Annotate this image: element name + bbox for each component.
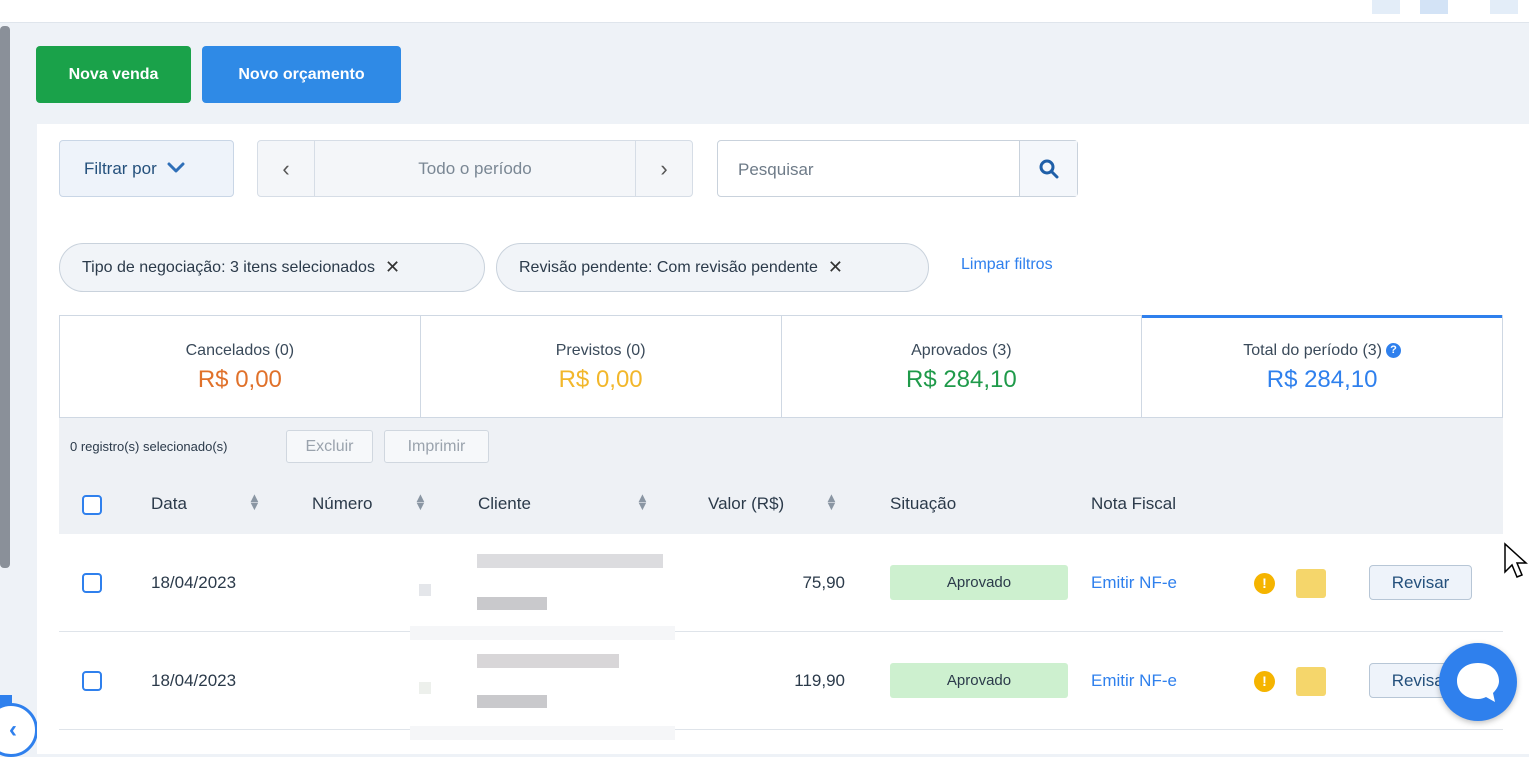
row-checkbox[interactable] [82,671,102,691]
chat-icon [1457,663,1499,702]
summary-label: Aprovados (3) [911,342,1012,359]
period-selector: ‹ Todo o período › [257,140,693,197]
package-icon[interactable] [1296,667,1326,696]
clear-filters-link[interactable]: Limpar filtros [961,256,1053,274]
select-all-checkbox[interactable] [82,495,102,515]
bulk-actions-bar: 0 registro(s) selecionado(s) Excluir Imp… [59,418,1503,476]
previous-period-button[interactable]: ‹ [258,141,315,196]
summary-label: Previstos (0) [555,342,646,359]
table-header: Data ▲ ▼ Número ▲ ▼ Cliente ▲ ▼ Valor (R$) … [59,476,1503,534]
chip-label: Revisão pendente: Com revisão pendente [519,258,818,276]
mouse-cursor-icon [1504,542,1528,578]
status-badge: Aprovado [890,565,1068,600]
filter-by-dropdown[interactable]: Filtrar por [59,140,234,197]
top-decor [1490,0,1518,14]
col-value[interactable]: Valor (R$) [708,494,784,514]
top-bar [0,0,1529,23]
row-date: 18/04/2023 [151,671,237,690]
search-button[interactable] [1019,141,1077,196]
summary-value: R$ 0,00 [197,366,282,393]
search-box [717,140,1078,198]
new-quote-button[interactable]: Novo orçamento [202,46,401,103]
row-checkbox[interactable] [82,573,102,593]
summary-cancelled[interactable]: Cancelados (0) R$ 0,00 [60,316,421,417]
issue-invoice-link[interactable]: Emitir NF-e [1091,573,1177,593]
col-client[interactable]: Cliente [478,494,531,514]
redacted-number [419,682,431,694]
redacted-client-detail [477,695,547,708]
period-label[interactable]: Todo o período [315,141,635,196]
sort-arrows-icon[interactable]: ▲ ▼ [636,491,649,512]
sort-arrows-icon[interactable]: ▲ ▼ [248,491,261,512]
col-status: Situação [890,494,957,513]
summary-value: R$ 284,10 [1266,366,1378,393]
summary-value: R$ 284,10 [905,366,1017,393]
redacted-strip [410,726,675,740]
summary-forecast[interactable]: Previstos (0) R$ 0,00 [421,316,782,417]
table-row[interactable]: 18/04/2023 119,90 Aprovado Emitir NF-e !… [59,632,1503,730]
summary-label: Total do período (3)? [1142,342,1502,360]
review-button[interactable]: Revisar [1369,565,1472,600]
next-period-button[interactable]: › [635,141,692,196]
search-icon [1039,159,1058,178]
chevron-down-icon [167,158,185,179]
search-input[interactable] [736,141,1020,198]
row-value: 119,90 [794,671,845,690]
top-decor [1420,0,1448,14]
close-icon[interactable]: ✕ [385,257,400,278]
filter-chip-pending-review: Revisão pendente: Com revisão pendente ✕ [496,243,929,292]
package-icon[interactable] [1296,569,1326,598]
redacted-client-name [477,554,663,568]
filter-chip-negotiation-type: Tipo de negociação: 3 itens selecionados… [59,243,485,292]
scrollbar[interactable] [0,26,10,568]
top-decor [1372,0,1400,14]
col-number[interactable]: Número [312,494,372,514]
summary-label-text: Total do período (3) [1243,342,1382,359]
row-value: 75,90 [802,573,845,592]
delete-button[interactable]: Excluir [286,430,373,463]
print-button[interactable]: Imprimir [384,430,489,463]
status-badge: Aprovado [890,663,1068,698]
row-date: 18/04/2023 [151,573,237,592]
sort-arrows-icon[interactable]: ▲ ▼ [414,491,427,512]
redacted-client-name [477,654,619,668]
chip-label: Tipo de negociação: 3 itens selecionados [82,258,375,276]
question-circle-icon[interactable]: ? [1386,343,1401,359]
warning-icon[interactable]: ! [1254,671,1275,692]
chevron-left-icon: ‹ [9,716,17,743]
col-date[interactable]: Data [151,494,187,514]
summary-label: Cancelados (0) [185,342,295,359]
table-row[interactable]: 18/04/2023 75,90 Aprovado Emitir NF-e ! … [59,534,1503,632]
summary-cards: Cancelados (0) R$ 0,00 Previstos (0) R$ … [59,315,1503,418]
warning-icon[interactable]: ! [1254,573,1275,594]
filter-by-label: Filtrar por [84,158,157,178]
col-invoice: Nota Fiscal [1091,494,1177,513]
redacted-client-detail [477,597,547,610]
summary-period-total[interactable]: Total do período (3)? R$ 284,10 [1142,315,1502,417]
close-icon[interactable]: ✕ [828,257,843,278]
summary-approved[interactable]: Aprovados (3) R$ 284,10 [782,316,1143,417]
chat-button[interactable] [1439,643,1517,721]
new-sale-button[interactable]: Nova venda [36,46,191,103]
redacted-number [419,584,431,596]
selected-count: 0 registro(s) selecionado(s) [70,439,228,454]
summary-value: R$ 0,00 [558,366,643,393]
collapse-sidebar-button[interactable]: ‹ [0,703,38,757]
issue-invoice-link[interactable]: Emitir NF-e [1091,671,1177,691]
sort-arrows-icon[interactable]: ▲ ▼ [825,491,838,512]
